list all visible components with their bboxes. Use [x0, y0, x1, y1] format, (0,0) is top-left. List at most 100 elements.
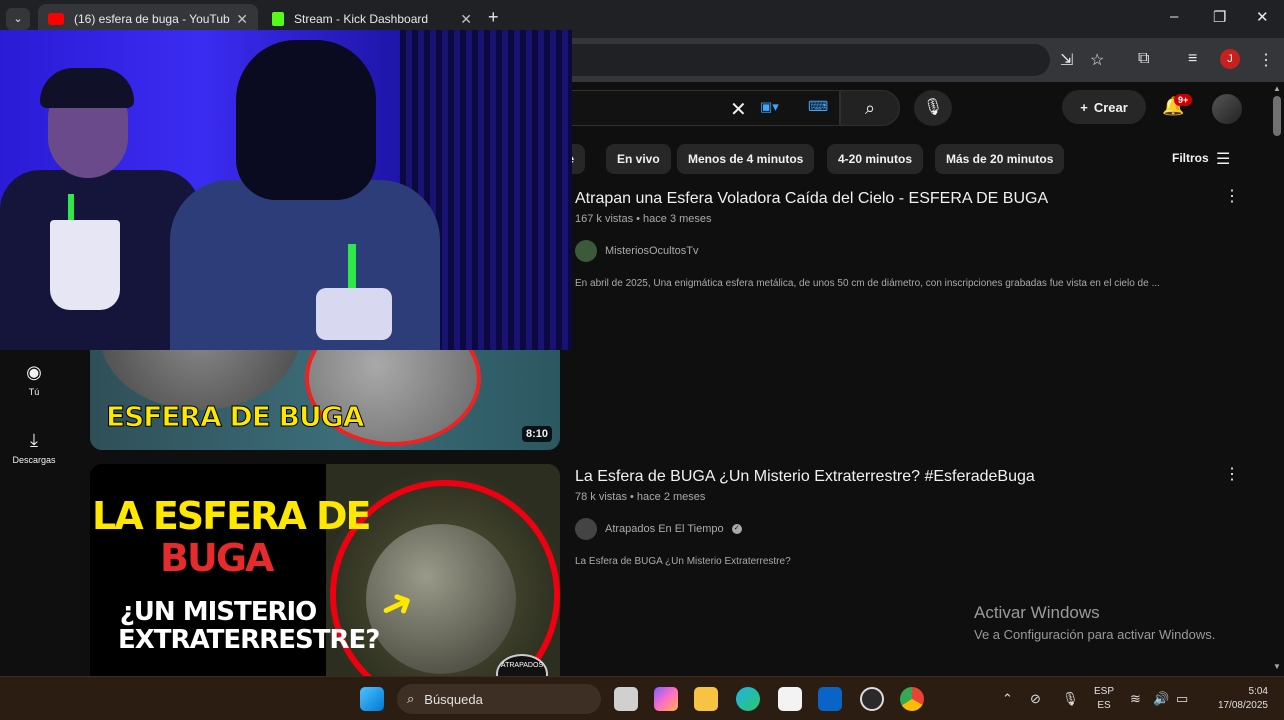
close-tab-icon[interactable]: ✕	[236, 11, 248, 28]
microphone-tray-icon[interactable]: 🎙	[1062, 691, 1079, 707]
extensions-icon[interactable]: ⧉	[1138, 50, 1149, 68]
create-button[interactable]: + Crear	[1062, 90, 1146, 124]
channel-avatar[interactable]	[575, 518, 597, 540]
plus-icon: +	[1080, 99, 1088, 115]
maximize-icon[interactable]: ❐	[1213, 8, 1226, 26]
close-tab-icon[interactable]: ✕	[460, 11, 472, 28]
channel-avatar[interactable]	[575, 240, 597, 262]
windows-start-icon[interactable]	[360, 687, 384, 711]
channel-name[interactable]: Atrapados En El Tiempo	[605, 523, 724, 535]
user-circle-icon: ◉	[26, 362, 42, 382]
wifi-icon[interactable]: ≋	[1130, 691, 1141, 707]
windows-activation-watermark: Activar Windows Ve a Configuración para …	[974, 603, 1215, 642]
chip-mas-20[interactable]: Más de 20 minutos	[935, 144, 1065, 174]
language-indicator[interactable]: ESP ES	[1094, 685, 1114, 713]
webcam-cup	[316, 288, 392, 340]
clock-time: 5:04	[1248, 686, 1268, 697]
no-network-icon[interactable]: ⊘	[1030, 691, 1041, 707]
microsoft-store-icon[interactable]	[778, 687, 802, 711]
clear-search-icon[interactable]: ✕	[730, 97, 747, 122]
outlook-icon[interactable]	[818, 687, 842, 711]
tab-title: Stream - Kick Dashboard	[294, 12, 429, 26]
taskbar-search-label: Búsqueda	[424, 691, 483, 707]
install-app-icon[interactable]: ⇲	[1060, 50, 1073, 70]
more-options-icon[interactable]: ⋮	[1224, 464, 1240, 484]
taskbar: ⌕ Búsqueda ⌃ ⊘ 🎙 ESP ES ≋ 🔊 ▭ 5:04 17/08…	[0, 676, 1284, 720]
bookmark-star-icon[interactable]: ☆	[1090, 50, 1104, 70]
search-input[interactable]: ✕ ▣▾ ⌨	[570, 90, 840, 126]
new-tab-icon[interactable]: +	[488, 7, 499, 28]
clock-date: 17/08/2025	[1217, 700, 1268, 711]
thumbnail-line-1: LA ESFERA DE	[92, 494, 371, 538]
webcam-person-right	[170, 180, 440, 350]
copilot-icon[interactable]	[654, 687, 678, 711]
watermark-line-2: Ve a Configuración para activar Windows.	[974, 627, 1216, 642]
watermark-line-1: Activar Windows	[974, 603, 1100, 622]
minimize-icon[interactable]: –	[1170, 8, 1178, 25]
sidebar-item-tu[interactable]: ◉ Tú	[8, 362, 60, 397]
search-icon: ⌕	[864, 98, 876, 118]
language-top: ESP	[1094, 686, 1115, 697]
notifications-badge: 9+	[1174, 94, 1193, 106]
chrome-taskbar-icon[interactable]	[900, 687, 924, 711]
tab-search-button[interactable]: ⌄	[6, 8, 30, 30]
address-bar[interactable]	[570, 44, 1050, 76]
video-meta: 78 k vistas • hace 2 meses	[575, 491, 706, 503]
webcam-person-right-cap	[236, 40, 376, 200]
translate-icon[interactable]: ▣▾	[760, 99, 779, 115]
webcam-cup	[50, 220, 120, 310]
voice-search-button[interactable]: 🎙	[914, 90, 952, 126]
tray-overflow-icon[interactable]: ⌃	[1002, 691, 1013, 707]
media-controls-icon[interactable]: ≡	[1188, 50, 1197, 68]
video-meta: 167 k vistas • hace 3 meses	[575, 213, 712, 225]
chip-menos-4[interactable]: Menos de 4 minutos	[677, 144, 815, 174]
edge-browser-icon[interactable]	[736, 687, 760, 711]
voice-keyboard-icon[interactable]: ⌨	[808, 98, 828, 115]
sidebar-item-label: Descargas	[12, 455, 56, 465]
chip-en-vivo[interactable]: En vivo	[606, 144, 671, 174]
thumbnail-line-3: ¿UN MISTERIO EXTRATERRESTRE?	[118, 597, 380, 655]
scroll-up-icon[interactable]: ▲	[1273, 84, 1281, 93]
battery-icon[interactable]: ▭	[1176, 691, 1188, 707]
close-window-icon[interactable]: ✕	[1256, 8, 1269, 26]
scroll-down-icon[interactable]: ▼	[1273, 662, 1281, 671]
youtube-favicon-icon	[48, 13, 64, 25]
account-avatar[interactable]	[1212, 94, 1242, 124]
video-title[interactable]: Atrapan una Esfera Voladora Caída del Ci…	[575, 190, 1048, 208]
search-button[interactable]: ⌕	[840, 90, 900, 126]
channel-row[interactable]: Atrapados En El Tiempo ✓	[575, 518, 742, 540]
channel-row[interactable]: MisteriosOcultosTv	[575, 240, 699, 262]
sidebar-item-descargas[interactable]: ⤓ Descargas	[8, 430, 60, 465]
volume-icon[interactable]: 🔊	[1153, 691, 1169, 707]
chrome-menu-icon[interactable]: ⋮	[1258, 50, 1274, 70]
create-label: Crear	[1093, 99, 1128, 115]
video-thumbnail[interactable]: ➜ ATRAPADOS LA ESFERA DE BUGA ¿UN MISTER…	[90, 464, 560, 676]
video-description: En abril de 2025, Una enigmática esfera …	[575, 278, 1160, 289]
page-scrollbar[interactable]: ▲ ▼	[1270, 82, 1284, 676]
task-view-icon[interactable]	[614, 687, 638, 711]
search-icon: ⌕	[407, 691, 415, 706]
tab-title: (16) esfera de buga - YouTube	[74, 12, 231, 26]
filters-sliders-icon[interactable]: ☰	[1216, 149, 1230, 169]
file-explorer-icon[interactable]	[694, 687, 718, 711]
scrollbar-thumb[interactable]	[1273, 96, 1281, 136]
profile-avatar[interactable]: J	[1220, 49, 1240, 69]
filters-button[interactable]: Filtros	[1172, 151, 1209, 165]
taskbar-search[interactable]: ⌕ Búsqueda	[397, 684, 601, 714]
thumbnail-line-2: BUGA	[160, 536, 274, 580]
video-title[interactable]: La Esfera de BUGA ¿Un Misterio Extraterr…	[575, 468, 1035, 486]
video-description: La Esfera de BUGA ¿Un Misterio Extraterr…	[575, 556, 791, 567]
kick-favicon-icon	[272, 12, 284, 26]
video-thumbnail[interactable]: ESFERA DE BUGA 8:10	[90, 350, 560, 450]
thumbnail-text: ESFERA DE BUGA	[105, 400, 364, 434]
obs-studio-icon[interactable]	[860, 687, 884, 711]
language-bottom: ES	[1097, 700, 1111, 711]
channel-name[interactable]: MisteriosOcultosTv	[605, 245, 699, 257]
clock[interactable]: 5:04 17/08/2025	[1204, 685, 1268, 713]
video-duration: 8:10	[521, 426, 552, 442]
verified-check-icon: ✓	[731, 524, 742, 534]
webcam-overlay	[0, 30, 572, 350]
more-options-icon[interactable]: ⋮	[1224, 186, 1240, 206]
download-icon: ⤓	[30, 430, 38, 450]
chip-4-20[interactable]: 4-20 minutos	[827, 144, 924, 174]
